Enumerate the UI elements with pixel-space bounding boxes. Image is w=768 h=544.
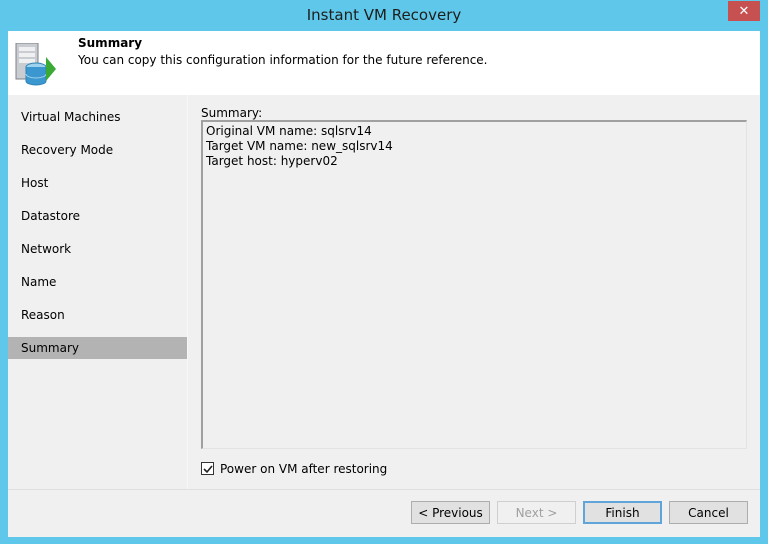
footer-separator [8,489,760,490]
cancel-button[interactable]: Cancel [669,501,748,524]
summary-line-original-vm: Original VM name: sqlsrv14 [206,124,372,138]
finish-button[interactable]: Finish [583,501,662,524]
summary-textbox[interactable]: Original VM name: sqlsrv14 Target VM nam… [201,120,747,449]
checkmark-icon [203,465,213,474]
previous-button[interactable]: < Previous [411,501,490,524]
power-on-label: Power on VM after restoring [220,462,388,476]
step-virtual-machines[interactable]: Virtual Machines [8,106,187,128]
step-name[interactable]: Name [8,271,187,293]
wizard-header: Summary You can copy this configuration … [8,31,760,95]
summary-line-target-host: Target host: hyperv02 [206,154,338,168]
close-button[interactable]: ✕ [728,1,760,21]
power-on-checkbox[interactable] [201,462,214,475]
close-icon: ✕ [738,3,750,19]
step-datastore[interactable]: Datastore [8,205,187,227]
wizard-body: Summary You can copy this configuration … [8,31,760,537]
summary-panel: Summary: Original VM name: sqlsrv14 Targ… [188,95,760,489]
step-recovery-mode[interactable]: Recovery Mode [8,139,187,161]
step-reason[interactable]: Reason [8,304,187,326]
instant-vm-recovery-window: Instant VM Recovery ✕ Summary You can co [0,0,768,544]
wizard-steps: Virtual Machines Recovery Mode Host Data… [8,95,187,537]
step-network[interactable]: Network [8,238,187,260]
summary-label: Summary: [201,106,263,120]
window-title: Instant VM Recovery [306,6,462,24]
header-title: Summary [78,36,143,50]
title-bar[interactable]: Instant VM Recovery ✕ [0,0,768,31]
step-summary[interactable]: Summary [8,337,187,359]
server-database-arrow-icon [14,42,56,89]
step-host[interactable]: Host [8,172,187,194]
header-description: You can copy this configuration informat… [78,53,488,67]
next-button[interactable]: Next > [497,501,576,524]
summary-line-target-vm: Target VM name: new_sqlsrv14 [206,139,393,153]
